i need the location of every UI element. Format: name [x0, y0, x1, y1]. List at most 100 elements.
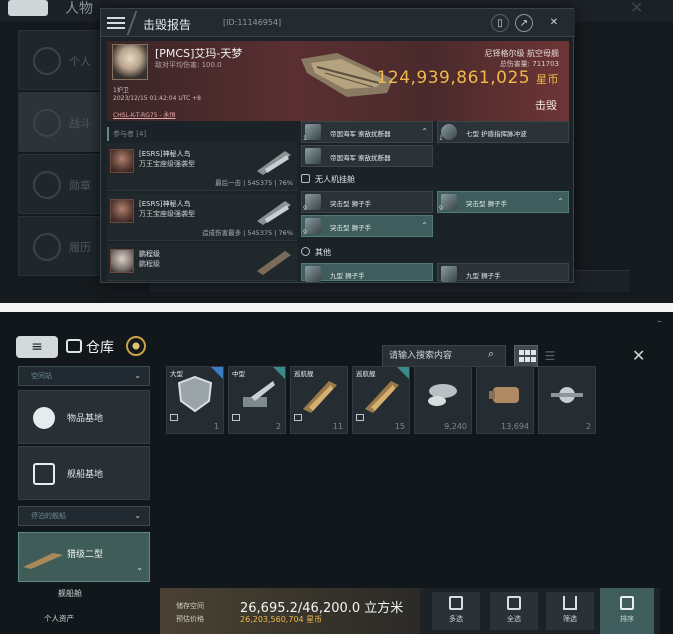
category-item-ships[interactable]: 舰船基地	[18, 446, 150, 500]
item-type-icon	[356, 414, 364, 421]
drone-slot-qty: 9	[303, 229, 307, 236]
chevron-down-icon[interactable]: ⌄	[136, 563, 143, 572]
cargo-slot[interactable]: 九型 狮子手	[301, 263, 433, 282]
background-sidebar: 个人 战斗 勋章 履历	[18, 30, 102, 276]
fitting-slot[interactable]: 七型 护盾指挥脉冲波 1	[437, 121, 569, 143]
inventory-item[interactable]: 13,694	[476, 366, 534, 434]
cargo-slot[interactable]: 九型 狮子手	[437, 263, 569, 282]
module-icon	[441, 124, 457, 140]
drone-slot-qty: 9	[439, 205, 443, 212]
ship-item-selected[interactable]: 猎级二型 ⌄	[18, 532, 150, 582]
inventory-item[interactable]: 大型 1	[166, 366, 224, 434]
medal-icon	[33, 171, 61, 199]
pin-icon: ⌃	[421, 127, 428, 136]
hangar-icon	[33, 463, 55, 485]
background-title: 人物	[65, 1, 93, 17]
victim-name[interactable]: [PMCS]艾玛-天梦	[155, 45, 242, 61]
currency-icon[interactable]	[126, 336, 146, 356]
attacker-avatar	[110, 149, 134, 173]
attacker-row[interactable]: [ESRS]神秘人鸟 万王宝座级强袭型 最后一击 | 545375 | 76%	[107, 143, 297, 191]
victim-avatar[interactable]	[112, 44, 148, 80]
background-sidebar-item[interactable]: 个人	[18, 30, 102, 90]
inventory-item[interactable]: 巡航舰 11	[290, 366, 348, 434]
drone-slot[interactable]: 突击型 狮子手 9	[301, 191, 433, 213]
inventory-item[interactable]: 2	[538, 366, 596, 434]
drone-slot[interactable]: 突击型 狮子手 9 ⌃	[301, 215, 433, 237]
estimate-value: 26,203,560,704 星币	[240, 615, 323, 624]
category-item-items[interactable]: 物品基地	[18, 390, 150, 444]
attacker-stat: 最后一击 | 545375 | 76%	[215, 179, 293, 187]
drone-slot[interactable]: 突击型 狮子手 9 ⌃	[437, 191, 569, 213]
close-icon[interactable]: ✕	[545, 14, 563, 32]
ship-icon	[303, 381, 337, 413]
pin-icon: ⌃	[557, 197, 564, 206]
warehouse-header: ≡ 仓库 请输入搜索内容 ⌕ ☰ ✕	[0, 322, 673, 367]
warehouse-footer: 储存空间 预估价格 26,695.2/46,200.0 立方米 26,203,5…	[160, 588, 660, 634]
sort-button[interactable]: 排序	[600, 588, 654, 634]
pin-icon: ⌃	[421, 221, 428, 230]
fitting-slot[interactable]: 帝国海军 索敌扰断器	[301, 145, 433, 167]
attacker-row[interactable]: 鹏程级 鹏程级	[107, 243, 297, 281]
victim-banner: [PMCS]艾玛-天梦 敌对平均伤害: 100.0 1护卫 2023/12/15…	[107, 41, 569, 121]
kill-location-link[interactable]: CHSL-K-T-RG75 - 永恒	[113, 110, 176, 119]
location-dropdown[interactable]: 空间站 ⌄	[18, 366, 150, 386]
search-icon[interactable]: ⌕	[488, 347, 494, 361]
modal-menu-icon[interactable]	[107, 14, 125, 30]
fitting-slot[interactable]: 帝国海军 索敌扰断器 1 ⌃	[301, 121, 433, 143]
item-quantity: 2	[275, 422, 281, 431]
personal-assets-button[interactable]: 个人资产	[10, 610, 150, 628]
ship-item-label: 猎级二型	[67, 550, 104, 560]
background-sidebar-item[interactable]: 勋章	[18, 154, 102, 214]
filter-button[interactable]: 筛选	[546, 592, 594, 630]
background-menu-button[interactable]	[8, 0, 48, 16]
cube-icon	[33, 407, 55, 429]
item-quantity: 15	[394, 422, 405, 431]
crossed-swords-icon	[33, 109, 61, 137]
ship-bay-item[interactable]: 舰船舱	[18, 588, 150, 604]
ship-icon	[365, 381, 399, 413]
drone-icon	[305, 194, 321, 210]
attacker-ship: 万王宝座级强袭型	[139, 210, 195, 218]
close-icon[interactable]: ✕	[632, 346, 645, 365]
item-quantity: 2	[585, 422, 591, 431]
background-sidebar-label: 履历	[69, 241, 91, 254]
attackers-header: 参与者 [4]	[107, 127, 297, 141]
grid-view-button[interactable]	[514, 345, 538, 367]
fitting-slot-qty: 1	[439, 135, 443, 142]
multi-select-button[interactable]: 多选	[432, 592, 480, 630]
header-divider	[126, 11, 138, 35]
cargo-slot-label: 九型 狮子手	[466, 272, 501, 280]
screenshot-divider	[0, 303, 673, 312]
fitting-slot-label: 帝国海军 索敌扰断器	[330, 154, 391, 162]
inventory-item[interactable]: 巡航舰 15	[352, 366, 410, 434]
check-all-icon	[507, 596, 521, 610]
cargo-icon	[301, 247, 310, 256]
menu-button[interactable]: ≡	[16, 336, 58, 358]
background-close-icon[interactable]: ✕	[630, 0, 643, 17]
inventory-item[interactable]: 9,240	[414, 366, 472, 434]
select-all-button[interactable]: 全选	[490, 592, 538, 630]
list-view-button[interactable]: ☰	[540, 345, 560, 367]
drone-icon	[441, 266, 457, 282]
action-label: 筛选	[563, 615, 577, 623]
drone-slot-qty: 9	[303, 205, 307, 212]
inventory-item[interactable]: 中型 2	[228, 366, 286, 434]
share-icon[interactable]: ↗	[515, 14, 533, 32]
item-type-icon	[170, 414, 178, 421]
cargo-slot-label: 九型 狮子手	[330, 272, 365, 280]
drone-icon	[305, 266, 321, 282]
background-sidebar-label: 战斗	[69, 117, 91, 130]
fitting-slot-label: 七型 护盾指挥脉冲波	[466, 130, 527, 138]
background-sidebar-item[interactable]: 履历	[18, 216, 102, 276]
warehouse-icon	[66, 339, 82, 353]
background-sidebar-item[interactable]: 战斗	[18, 92, 102, 152]
bookmark-icon[interactable]: ▯	[491, 14, 509, 32]
star-icon	[33, 233, 61, 261]
other-section-header: 其他	[301, 247, 331, 258]
attacker-ship: 万王宝座级强袭型	[139, 160, 195, 168]
modal-header: 击毁报告 [ID:11146954] ▯ ↗ ✕	[101, 9, 575, 37]
attacker-row[interactable]: [ESRS]神秘人鸟 万王宝座级强袭型 造成伤害最多 | 545375 | 76…	[107, 193, 297, 241]
module-icon	[305, 124, 321, 140]
docked-ships-dropdown[interactable]: 停泊的舰船 ⌄	[18, 506, 150, 526]
drone-slot-label: 突击型 狮子手	[466, 200, 508, 208]
